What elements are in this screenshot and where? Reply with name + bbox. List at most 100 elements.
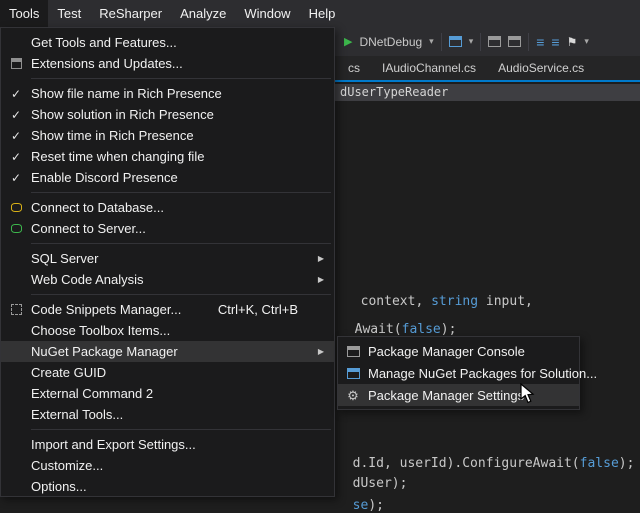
menu-item-label: Show solution in Rich Presence [31, 107, 214, 122]
code-keyword: false [402, 322, 441, 337]
code-line: Await(false); [339, 307, 456, 337]
open-file-icon[interactable] [508, 36, 521, 47]
menu-item-show-file-name[interactable]: ✓ Show file name in Rich Presence [1, 83, 334, 104]
menu-item-label: Show file name in Rich Presence [31, 86, 222, 101]
menu-item-label: Reset time when changing file [31, 149, 204, 164]
menubar-item-analyze[interactable]: Analyze [171, 0, 235, 27]
start-debug-icon[interactable]: ▶ [344, 35, 352, 48]
menu-item-label: SQL Server [31, 251, 98, 266]
code-text: ); [619, 456, 635, 471]
menu-item-label: Create GUID [31, 365, 106, 380]
checkmark-icon: ✓ [1, 171, 31, 185]
tab-iaudiochannel[interactable]: IAudioChannel.cs [371, 56, 487, 80]
menu-item-web-code-analysis[interactable]: Web Code Analysis ▶ [1, 269, 334, 290]
menu-separator [31, 243, 331, 244]
checkmark-icon: ✓ [1, 108, 31, 122]
menu-item-import-export-settings[interactable]: Import and Export Settings... [1, 434, 334, 455]
menu-separator [31, 429, 331, 430]
tab-partial-cs[interactable]: cs [337, 56, 371, 80]
menubar-item-window[interactable]: Window [235, 0, 299, 27]
menu-item-sql-server[interactable]: SQL Server ▶ [1, 248, 334, 269]
code-text: ); [441, 322, 457, 337]
menu-item-customize[interactable]: Customize... [1, 455, 334, 476]
menu-item-label: Extensions and Updates... [31, 56, 183, 71]
tools-menu: Get Tools and Features... Extensions and… [0, 27, 335, 497]
menu-item-external-tools[interactable]: External Tools... [1, 404, 334, 425]
menu-item-show-time[interactable]: ✓ Show time in Rich Presence [1, 125, 334, 146]
menu-item-label: Web Code Analysis [31, 272, 144, 287]
menu-item-label: Code Snippets Manager... [31, 302, 181, 317]
menu-item-label: Package Manager Console [368, 344, 525, 359]
menu-item-label: Package Manager Settings [368, 388, 524, 403]
menu-separator [31, 78, 331, 79]
menubar-item-resharper[interactable]: ReSharper [90, 0, 171, 27]
menu-item-create-guid[interactable]: Create GUID [1, 362, 334, 383]
nuget-submenu: Package Manager Console Manage NuGet Pac… [337, 336, 580, 410]
submenu-arrow-icon: ▶ [318, 275, 324, 284]
menu-item-label: Get Tools and Features... [31, 35, 177, 50]
menu-item-show-solution[interactable]: ✓ Show solution in Rich Presence [1, 104, 334, 125]
submenu-item-manage-nuget-packages[interactable]: Manage NuGet Packages for Solution... [338, 362, 579, 384]
menu-item-label: Enable Discord Presence [31, 170, 178, 185]
menu-item-label: Options... [31, 479, 87, 494]
code-text: Await( [355, 322, 402, 337]
checkmark-icon: ✓ [1, 129, 31, 143]
toolbar-separator [480, 33, 481, 51]
menu-item-options[interactable]: Options... [1, 476, 334, 497]
menu-item-label: Connect to Database... [31, 200, 164, 215]
console-icon [338, 346, 368, 357]
menu-item-label: External Command 2 [31, 386, 153, 401]
menu-item-shortcut: Ctrl+K, Ctrl+B [218, 302, 298, 317]
indent-increase-icon[interactable]: ≡ [551, 35, 559, 49]
toolbar-overflow-caret-icon[interactable]: ▾ [584, 36, 589, 47]
code-text: ); [368, 498, 384, 513]
menu-item-label: Show time in Rich Presence [31, 128, 194, 143]
menu-item-reset-time[interactable]: ✓ Reset time when changing file [1, 146, 334, 167]
menu-item-label: Choose Toolbox Items... [31, 323, 170, 338]
code-keyword: false [580, 456, 619, 471]
checkmark-icon: ✓ [1, 150, 31, 164]
menu-item-external-command-2[interactable]: External Command 2 [1, 383, 334, 404]
attach-caret-icon[interactable]: ▾ [469, 36, 474, 47]
menu-item-label: External Tools... [31, 407, 123, 422]
menu-item-label: Connect to Server... [31, 221, 146, 236]
menu-item-label: Manage NuGet Packages for Solution... [368, 366, 597, 381]
menu-item-get-tools-and-features[interactable]: Get Tools and Features... [1, 32, 334, 53]
submenu-item-package-manager-settings[interactable]: ⚙ Package Manager Settings [338, 384, 579, 406]
menu-item-code-snippets-manager[interactable]: Code Snippets Manager... Ctrl+K, Ctrl+B [1, 299, 334, 320]
submenu-arrow-icon: ▶ [318, 254, 324, 263]
submenu-arrow-icon: ▶ [318, 347, 324, 356]
indent-decrease-icon[interactable]: ≡ [536, 35, 544, 49]
code-keyword: se [353, 498, 369, 513]
menu-separator [31, 294, 331, 295]
tab-audioservice[interactable]: AudioService.cs [487, 56, 595, 80]
debug-target-dropdown[interactable]: DNetDebug [359, 35, 422, 49]
menu-item-enable-discord-presence[interactable]: ✓ Enable Discord Presence [1, 167, 334, 188]
menubar-item-help[interactable]: Help [300, 0, 345, 27]
debug-target-caret-icon[interactable]: ▾ [429, 36, 434, 47]
database-icon [1, 203, 31, 212]
checkmark-icon: ✓ [1, 87, 31, 101]
bookmark-icon[interactable]: ⚑ [567, 35, 578, 49]
code-text: input, [478, 294, 533, 309]
menubar-item-test[interactable]: Test [48, 0, 90, 27]
toolbar-separator [528, 33, 529, 51]
menu-separator [31, 192, 331, 193]
menu-item-label: NuGet Package Manager [31, 344, 178, 359]
menubar-item-tools[interactable]: Tools [0, 0, 48, 27]
menu-item-choose-toolbox-items[interactable]: Choose Toolbox Items... [1, 320, 334, 341]
menu-item-connect-to-database[interactable]: Connect to Database... [1, 197, 334, 218]
menu-item-nuget-package-manager[interactable]: NuGet Package Manager ▶ [1, 341, 334, 362]
code-line: context, string input, [345, 279, 533, 309]
snippets-icon [1, 304, 31, 315]
menu-bar: Tools Test ReSharper Analyze Window Help [0, 0, 640, 27]
menu-item-extensions-and-updates[interactable]: Extensions and Updates... [1, 53, 334, 74]
server-icon [1, 224, 31, 233]
submenu-item-package-manager-console[interactable]: Package Manager Console [338, 340, 579, 362]
new-window-icon[interactable] [488, 36, 501, 47]
toolbar-separator [441, 33, 442, 51]
menu-item-connect-to-server[interactable]: Connect to Server... [1, 218, 334, 239]
menu-item-label: Customize... [31, 458, 103, 473]
attach-to-process-icon[interactable] [449, 36, 462, 47]
nuget-packages-icon [338, 368, 368, 379]
